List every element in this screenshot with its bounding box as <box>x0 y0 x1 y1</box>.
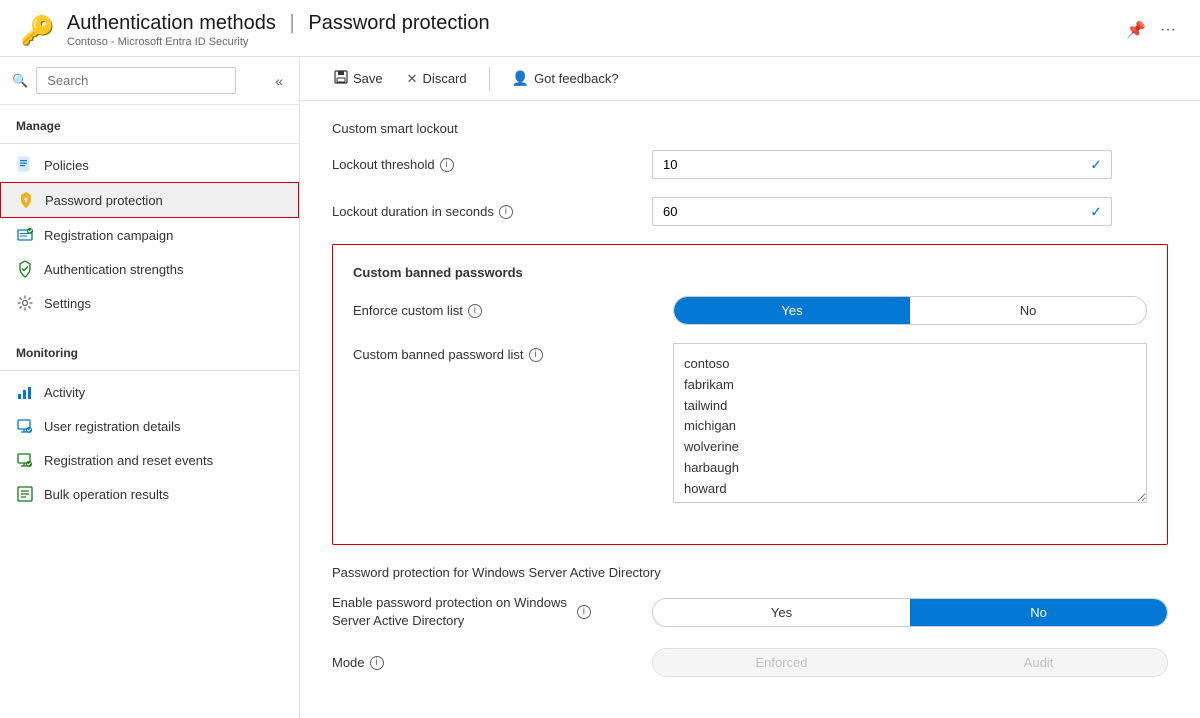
activity-icon <box>16 383 34 401</box>
banned-list-row: Custom banned password list i contoso fa… <box>353 343 1147 506</box>
app-header: 🔑 Authentication methods | Password prot… <box>0 0 1200 57</box>
lockout-duration-row: Lockout duration in seconds i 60 30 120 … <box>332 197 1168 226</box>
sidebar-item-label: Settings <box>44 296 91 311</box>
enable-windows-info-icon[interactable]: i <box>577 605 591 619</box>
lockout-duration-label: Lockout duration in seconds i <box>332 204 652 219</box>
lockout-threshold-info-icon[interactable]: i <box>440 158 454 172</box>
enable-windows-yes-button[interactable]: Yes <box>653 599 910 626</box>
app-icon: 🔑 <box>20 14 55 47</box>
banned-passwords-title: Custom banned passwords <box>353 265 1147 280</box>
banned-list-info-icon[interactable]: i <box>529 348 543 362</box>
policies-icon <box>16 156 34 174</box>
sidebar-item-bulk-operation[interactable]: Bulk operation results <box>0 477 299 511</box>
header-actions: 📌 ··· <box>1122 16 1180 44</box>
lockout-threshold-label: Lockout threshold i <box>332 157 652 172</box>
discard-icon: ✕ <box>407 71 418 87</box>
banned-list-label: Custom banned password list i <box>353 343 673 362</box>
enforce-yes-button[interactable]: Yes <box>674 297 910 324</box>
windows-section-title: Password protection for Windows Server A… <box>332 565 1168 580</box>
sidebar-item-user-registration[interactable]: User registration details <box>0 409 299 443</box>
registration-reset-icon <box>16 451 34 469</box>
enforce-list-label: Enforce custom list i <box>353 303 673 318</box>
sidebar-item-policies[interactable]: Policies <box>0 148 299 182</box>
smart-lockout-title: Custom smart lockout <box>332 121 1168 136</box>
monitoring-section: Monitoring <box>0 332 299 375</box>
sidebar-item-authentication-strengths[interactable]: Authentication strengths <box>0 252 299 286</box>
enforce-no-button[interactable]: No <box>910 297 1146 324</box>
header-subtitle: Contoso - Microsoft Entra ID Security <box>67 36 1122 48</box>
lockout-threshold-row: Lockout threshold i 10 5 15 20 ✓ <box>332 150 1168 179</box>
bulk-operation-icon <box>16 485 34 503</box>
banned-password-list-input[interactable]: contoso fabrikam tailwind michigan wolve… <box>673 343 1147 503</box>
sidebar-item-label: Bulk operation results <box>44 487 169 502</box>
banned-list-control: contoso fabrikam tailwind michigan wolve… <box>673 343 1147 506</box>
mode-toggle-control: Enforced Audit <box>652 648 1168 677</box>
sidebar-item-label: Registration campaign <box>44 228 173 243</box>
enforce-custom-list-row: Enforce custom list i Yes No <box>353 296 1147 325</box>
enable-windows-toggle-control: Yes No <box>652 598 1168 627</box>
collapse-button[interactable]: « <box>271 69 287 93</box>
enforce-list-info-icon[interactable]: i <box>468 304 482 318</box>
lockout-duration-control: 60 30 120 300 ✓ <box>652 197 1168 226</box>
save-icon <box>334 70 348 87</box>
toolbar-divider <box>489 67 490 91</box>
page-title: Authentication methods | Password protec… <box>67 12 1122 35</box>
sidebar-item-registration-campaign[interactable]: Registration campaign <box>0 218 299 252</box>
enable-windows-label: Enable password protection on WindowsSer… <box>332 594 652 630</box>
more-button[interactable]: ··· <box>1156 17 1180 43</box>
lockout-duration-select[interactable]: 60 30 120 300 <box>652 197 1112 226</box>
feedback-icon: 👤 <box>512 70 529 87</box>
password-protection-icon <box>17 191 35 209</box>
sidebar-item-label: Password protection <box>45 193 163 208</box>
sidebar-item-label: Policies <box>44 158 89 173</box>
save-button[interactable]: Save <box>324 65 393 92</box>
enforce-toggle-control: Yes No <box>673 296 1147 325</box>
mode-info-icon[interactable]: i <box>370 656 384 670</box>
sidebar-item-label: Activity <box>44 385 85 400</box>
search-icon: 🔍 <box>12 73 28 89</box>
lockout-threshold-dropdown-wrapper: 10 5 15 20 ✓ <box>652 150 1112 179</box>
enable-windows-row: Enable password protection on WindowsSer… <box>332 594 1168 630</box>
lockout-duration-dropdown-wrapper: 60 30 120 300 ✓ <box>652 197 1112 226</box>
enforce-toggle-group: Yes No <box>673 296 1147 325</box>
sidebar-item-password-protection[interactable]: Password protection <box>0 182 299 218</box>
lockout-threshold-control: 10 5 15 20 ✓ <box>652 150 1168 179</box>
lockout-threshold-select[interactable]: 10 5 15 20 <box>652 150 1112 179</box>
sidebar-item-label: Authentication strengths <box>44 262 183 277</box>
manage-section-label: Manage <box>0 105 299 139</box>
sidebar-search-bar: 🔍 « <box>0 57 299 105</box>
user-registration-icon <box>16 417 34 435</box>
sidebar-item-settings[interactable]: Settings <box>0 286 299 320</box>
mode-row: Mode i Enforced Audit <box>332 648 1168 677</box>
sidebar-item-activity[interactable]: Activity <box>0 375 299 409</box>
main-content: Custom smart lockout Lockout threshold i… <box>300 101 1200 718</box>
toolbar: Save ✕ Discard 👤 Got feedback? <box>300 57 1200 101</box>
sidebar-item-registration-reset[interactable]: Registration and reset events <box>0 443 299 477</box>
feedback-button[interactable]: 👤 Got feedback? <box>502 65 629 92</box>
sidebar-item-label: User registration details <box>44 419 181 434</box>
sidebar-item-label: Registration and reset events <box>44 453 213 468</box>
search-input[interactable] <box>36 67 236 94</box>
mode-label: Mode i <box>332 655 652 670</box>
mode-audit-button[interactable]: Audit <box>910 649 1167 676</box>
registration-campaign-icon <box>16 226 34 244</box>
mode-toggle-group: Enforced Audit <box>652 648 1168 677</box>
enable-windows-toggle-group: Yes No <box>652 598 1168 627</box>
monitoring-section-label: Monitoring <box>0 332 299 366</box>
enable-windows-no-button[interactable]: No <box>910 599 1167 626</box>
lockout-duration-info-icon[interactable]: i <box>499 205 513 219</box>
auth-strengths-icon <box>16 260 34 278</box>
settings-icon <box>16 294 34 312</box>
banned-passwords-section: Custom banned passwords Enforce custom l… <box>332 244 1168 545</box>
discard-button[interactable]: ✕ Discard <box>397 66 477 92</box>
header-title-block: Authentication methods | Password protec… <box>67 12 1122 48</box>
mode-enforced-button[interactable]: Enforced <box>653 649 910 676</box>
pin-button[interactable]: 📌 <box>1122 16 1150 44</box>
sidebar: 🔍 « Manage Policies <box>0 57 300 718</box>
